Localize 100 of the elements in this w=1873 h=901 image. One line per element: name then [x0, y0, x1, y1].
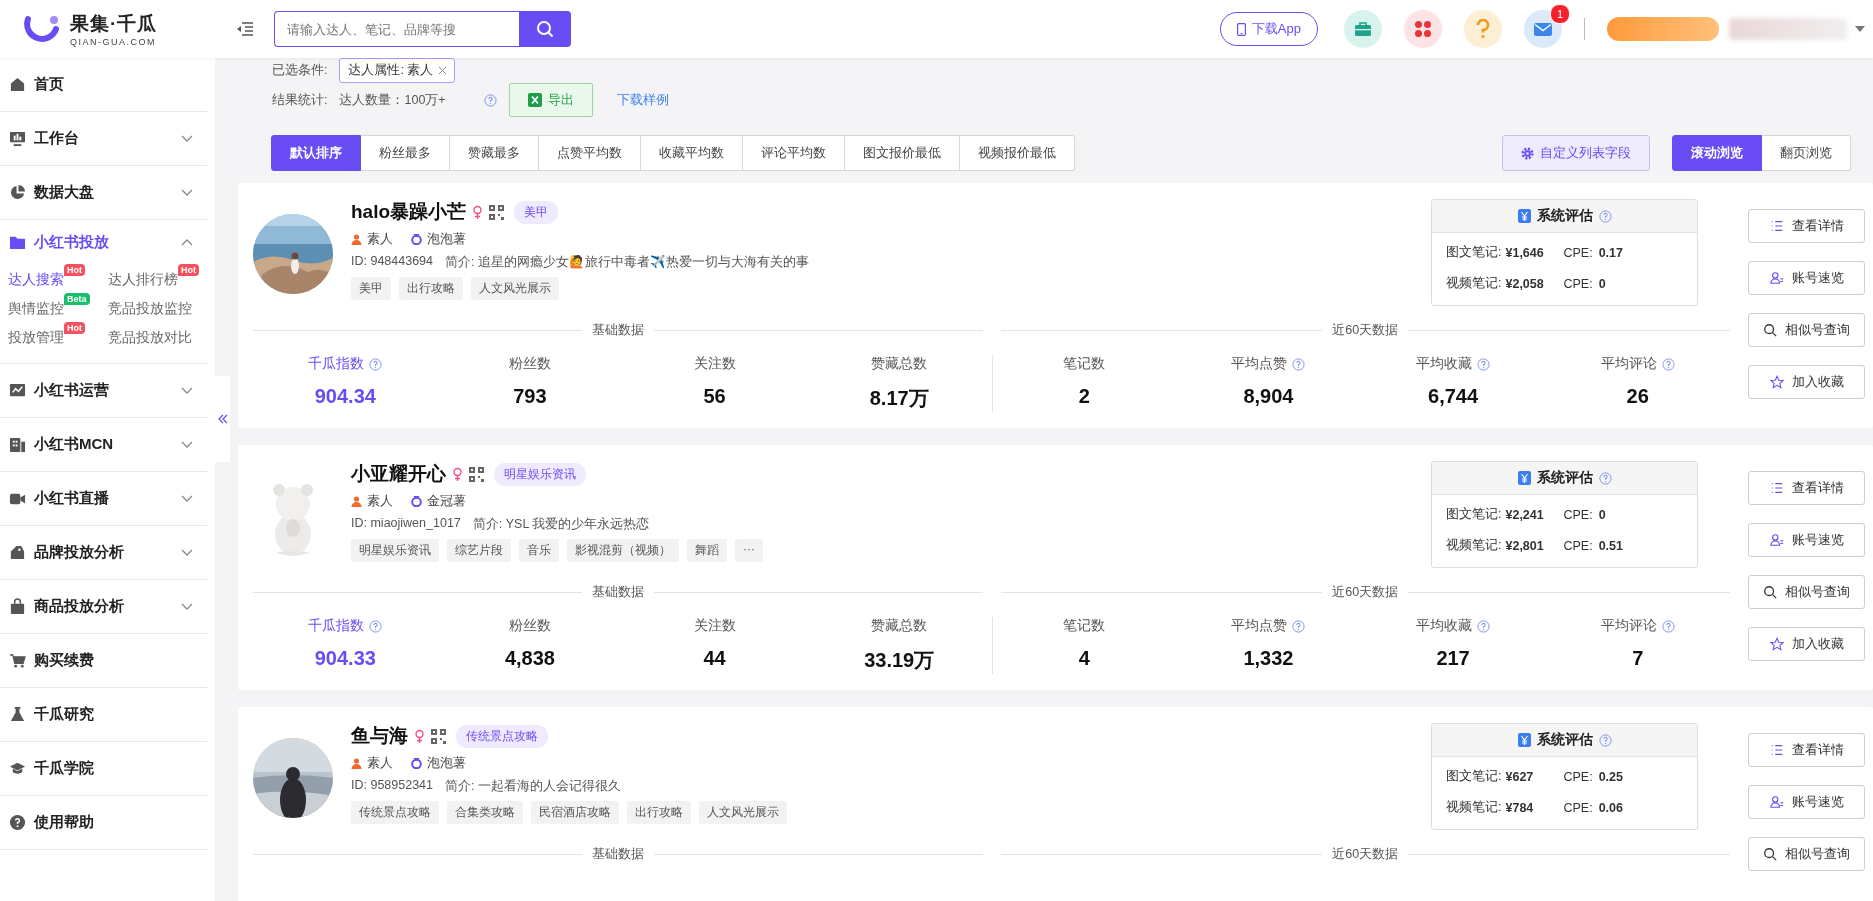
briefcase-button[interactable]	[1344, 10, 1382, 48]
help-button[interactable]	[1464, 10, 1502, 48]
sidebar-item[interactable]: 千瓜研究	[0, 688, 207, 742]
content-tag: 影视混剪（视频）	[567, 539, 679, 562]
help-icon[interactable]	[369, 357, 383, 371]
action-button[interactable]: 加入收藏	[1748, 627, 1865, 661]
search-button[interactable]	[519, 11, 571, 47]
sort-tab[interactable]: 收藏平均数	[641, 135, 743, 171]
influencer-name[interactable]: 鱼与海	[351, 723, 408, 749]
level-text: 泡泡薯	[427, 231, 466, 248]
qr-code-icon[interactable]	[489, 204, 505, 220]
help-icon[interactable]	[483, 93, 497, 107]
help-icon[interactable]	[1292, 619, 1306, 633]
submenu-item[interactable]: 竞品投放对比	[108, 322, 192, 349]
caret-icon[interactable]	[1855, 25, 1865, 33]
help-icon[interactable]	[1477, 357, 1491, 371]
help-icon[interactable]	[369, 619, 383, 633]
apps-icon	[1414, 20, 1432, 38]
mail-button[interactable]	[1524, 10, 1562, 48]
help-icon[interactable]	[1598, 733, 1612, 747]
sidebar-item[interactable]: 商品投放分析	[0, 580, 207, 634]
stat-label: 千瓜指数	[308, 355, 365, 373]
stat-value: 7	[1632, 647, 1644, 670]
view-mode-tab[interactable]: 翻页浏览	[1762, 135, 1851, 171]
action-button[interactable]: 相似号查询	[1748, 313, 1865, 347]
sidebar-item[interactable]: 千瓜学院	[0, 742, 207, 796]
action-button[interactable]: 加入收藏	[1748, 365, 1865, 399]
user-icon	[1769, 533, 1784, 547]
medal-icon	[411, 234, 422, 245]
sidebar-item[interactable]: 购买续费	[0, 634, 207, 688]
help-icon[interactable]	[1477, 619, 1491, 633]
help-icon[interactable]	[1292, 357, 1306, 371]
sidebar-item[interactable]: 小红书直播	[0, 472, 207, 526]
sort-tab[interactable]: 默认排序	[271, 135, 361, 171]
sidebar-item[interactable]: 小红书MCN	[0, 418, 207, 472]
action-button[interactable]: 查看详情	[1748, 471, 1865, 505]
help-icon[interactable]	[1598, 209, 1612, 223]
badge: Hot	[64, 264, 85, 276]
qr-code-icon[interactable]	[469, 466, 484, 482]
sidebar-item[interactable]: 小红书投放	[0, 220, 207, 264]
chevron-icon[interactable]	[181, 548, 193, 557]
collapse-handle[interactable]	[215, 376, 230, 462]
download-app-button[interactable]: 下载App	[1219, 12, 1318, 46]
sidebar-item[interactable]: 首页	[0, 58, 207, 112]
bio-text: 简介: YSL 我爱的少年永远热恋	[472, 516, 650, 533]
submenu-item[interactable]: 竞品投放监控	[108, 293, 192, 320]
sidebar-item[interactable]: 数据大盘	[0, 166, 207, 220]
chevron-icon[interactable]	[181, 494, 193, 503]
chevron-icon[interactable]	[181, 386, 193, 395]
submenu-item[interactable]: 舆情监控 Beta	[8, 293, 90, 320]
female-icon	[472, 204, 484, 220]
download-sample-link[interactable]: 下载样例	[616, 91, 669, 109]
chevron-icon[interactable]	[181, 134, 193, 143]
person-icon	[351, 496, 362, 507]
submenu-item[interactable]: 达人排行榜 Hot	[108, 264, 199, 291]
help-icon[interactable]	[1598, 471, 1612, 485]
sort-tab[interactable]: 评论平均数	[743, 135, 845, 171]
qr-code-icon[interactable]	[431, 728, 446, 744]
sidebar-item[interactable]: 品牌投放分析	[0, 526, 207, 580]
menu-icon[interactable]	[236, 22, 254, 36]
chevron-icon[interactable]	[181, 188, 193, 197]
submenu-item[interactable]: 投放管理 Hot	[8, 322, 85, 349]
action-button[interactable]: 账号速览	[1748, 261, 1865, 295]
help-icon[interactable]	[1661, 619, 1675, 633]
stat-label: 粉丝数	[508, 617, 551, 635]
sort-tab[interactable]: 图文报价最低	[845, 135, 960, 171]
chevron-icon[interactable]	[181, 602, 193, 611]
action-button[interactable]: 相似号查询	[1748, 575, 1865, 609]
action-button[interactable]: 账号速览	[1748, 785, 1865, 819]
view-mode-tab[interactable]: 滚动浏览	[1672, 135, 1762, 171]
sort-tab[interactable]: 赞藏最多	[450, 135, 539, 171]
sort-tab[interactable]: 视频报价最低	[960, 135, 1075, 171]
cpe-label: CPE:	[1563, 538, 1593, 553]
action-button[interactable]: 查看详情	[1748, 209, 1865, 243]
sort-tab[interactable]: 点赞平均数	[539, 135, 641, 171]
price-value: ¥2,241	[1505, 507, 1545, 522]
person-icon	[351, 234, 362, 245]
search-field[interactable]: 请输入达人、笔记、品牌等搜	[274, 11, 519, 47]
result-count: 达人数量：100万+	[339, 91, 446, 109]
influencer-name[interactable]: 小亚耀开心	[351, 461, 446, 487]
chevron-icon[interactable]	[181, 238, 193, 246]
section-label: 基础数据	[591, 322, 644, 339]
stat-label: 平均评论	[1600, 617, 1657, 635]
chevron-icon[interactable]	[181, 440, 193, 449]
action-button[interactable]: 账号速览	[1748, 523, 1865, 557]
custom-fields-button[interactable]: 自定义列表字段	[1502, 135, 1650, 171]
help-icon[interactable]	[1661, 357, 1675, 371]
filter-chip[interactable]: 达人属性: 素人	[339, 58, 456, 83]
stat-value: 6,744	[1428, 385, 1479, 408]
submenu-item[interactable]: 达人搜索 Hot	[8, 264, 85, 291]
close-icon[interactable]	[439, 67, 447, 74]
action-button[interactable]: 相似号查询	[1748, 837, 1865, 871]
sort-tab[interactable]: 粉丝最多	[361, 135, 450, 171]
badge: Beta	[64, 293, 90, 305]
apps-button[interactable]	[1404, 10, 1442, 48]
action-button[interactable]: 查看详情	[1748, 733, 1865, 767]
influencer-name[interactable]: halo暴躁小芒	[351, 199, 467, 225]
sidebar-item[interactable]: 小红书运营	[0, 364, 207, 418]
sidebar-item[interactable]: 工作台	[0, 112, 207, 166]
sidebar-item[interactable]: 使用帮助	[0, 796, 207, 850]
